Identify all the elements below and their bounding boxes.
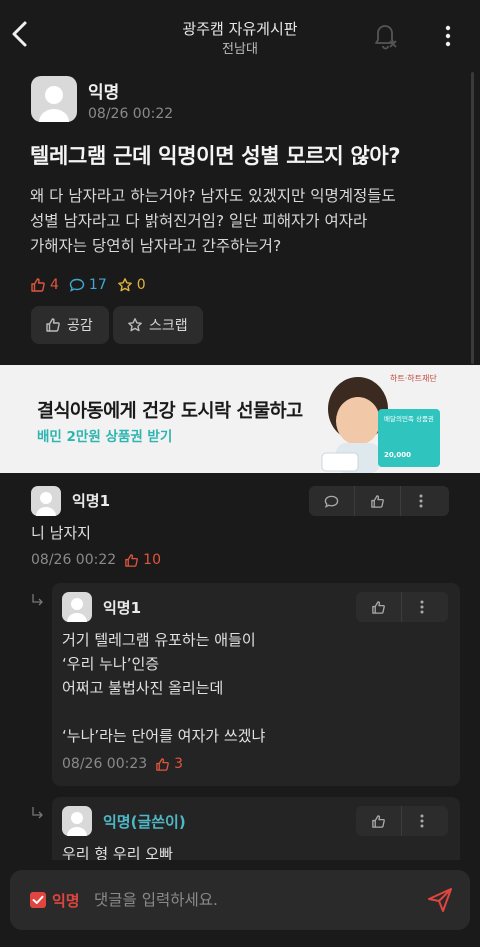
card-amount: 20,000: [384, 451, 411, 459]
more-options-icon: [420, 814, 424, 828]
thumbs-up-icon: [372, 600, 385, 614]
school-name: 전남대: [222, 42, 258, 57]
post-body-line: 왜 다 남자라고 하는거야? 남자도 있겠지만 익명계정들도: [30, 187, 396, 205]
ad-banner[interactable]: 결식아동에게 건강 도시락 선물하고 배민 2만원 상품권 받기 배달의민족 상…: [0, 365, 480, 473]
comment-bubble-icon: [69, 278, 85, 292]
reply-like-button[interactable]: [356, 806, 402, 836]
comment-input[interactable]: [94, 886, 414, 914]
reply-text: 거기 텔레그램 유포하는 애들이 ‘우리 누나’인증 어쩌고 불법사진 올리는데…: [62, 631, 266, 745]
like-count: 4: [30, 277, 59, 293]
card-label: 배달의민족 상품권: [384, 414, 434, 423]
ad-brand: 하트·하트재단: [390, 374, 437, 383]
send-icon[interactable]: [426, 886, 454, 914]
thumbs-up-icon: [372, 814, 385, 828]
ad-title: 결식아동에게 건강 도시락 선물하고: [37, 401, 303, 422]
reply-author: 익명1: [103, 599, 142, 617]
author-avatar: [31, 76, 77, 122]
post-body: 왜 다 남자라고 하는거야? 남자도 있겠지만 익명계정들도 성별 남자라고 다…: [30, 184, 460, 259]
gift-card-image: 배달의민족 상품권 20,000: [378, 409, 440, 467]
reply-more-button[interactable]: [402, 806, 442, 836]
commenter-avatar: [62, 592, 92, 622]
scrap-count: 0: [117, 277, 146, 293]
comment-author: 익명1: [72, 492, 111, 510]
top-bar: 광주캠 자유게시판 전남대: [0, 0, 480, 66]
comment-like-button[interactable]: [355, 486, 401, 516]
reply-arrow-icon: [32, 807, 43, 819]
ad-subtitle: 배민 2만원 상품권 받기: [37, 429, 173, 445]
board-title: 광주캠 자유게시판: [182, 20, 298, 38]
more-options-icon[interactable]: [440, 24, 456, 48]
scrollbar[interactable]: [471, 72, 474, 364]
reply-arrow-icon: [32, 594, 43, 606]
post-author: 익명: [88, 83, 120, 103]
anonymous-checkbox[interactable]: [30, 892, 46, 908]
notification-off-icon[interactable]: [372, 22, 398, 50]
comment-bubble-icon: [324, 495, 339, 508]
reply-actions: [356, 806, 448, 836]
comment-like-count: 10: [124, 552, 161, 568]
reply-more-button[interactable]: [402, 592, 442, 622]
reply-time: 08/26 00:23: [62, 756, 148, 772]
comment-more-button[interactable]: [401, 486, 441, 516]
thumbs-up-icon: [125, 553, 139, 567]
thumbs-up-icon: [31, 278, 45, 292]
more-options-icon: [419, 494, 423, 508]
reply-meta: 08/26 00:23 3: [62, 756, 183, 772]
reply-like-button[interactable]: [356, 592, 402, 622]
commenter-avatar: [62, 806, 92, 836]
comment-actions: [309, 486, 449, 516]
comment-text: 니 남자지: [31, 524, 91, 542]
checkmark-icon: [32, 895, 44, 904]
post-stats: 4 17 0: [30, 275, 156, 295]
commenter-avatar: [31, 486, 61, 516]
star-icon: [128, 318, 142, 332]
more-options-icon: [420, 600, 424, 614]
post-time: 08/26 00:22: [88, 106, 174, 122]
thumbs-up-icon: [156, 757, 170, 771]
thumbs-up-icon: [46, 318, 60, 332]
reply-text: 우리 형 우리 오빠: [62, 845, 173, 860]
reply-actions: [356, 592, 448, 622]
reply-button[interactable]: [309, 486, 355, 516]
comment-meta: 08/26 00:22 10: [31, 552, 161, 568]
post-title: 텔레그램 근데 익명이면 성별 모르지 않아?: [30, 144, 401, 168]
comment-input-bar: 익명: [10, 870, 470, 930]
comment-count: 17: [69, 277, 107, 293]
reply-author-op: 익명(글쓴이): [103, 813, 186, 831]
post-body-line: 성별 남자라고 다 밝혀진거임? 일단 피해자가 여자라: [30, 212, 368, 230]
like-button[interactable]: 공감: [31, 306, 109, 344]
scrap-button[interactable]: 스크랩: [113, 306, 203, 344]
star-icon: [117, 278, 132, 292]
reply-like-count: 3: [155, 756, 183, 772]
post-body-line: 가해자는 당연히 남자라고 간주하는거?: [30, 237, 282, 255]
comment-time: 08/26 00:22: [31, 552, 117, 568]
anonymous-label[interactable]: 익명: [52, 890, 80, 911]
thumbs-up-icon: [371, 494, 384, 508]
